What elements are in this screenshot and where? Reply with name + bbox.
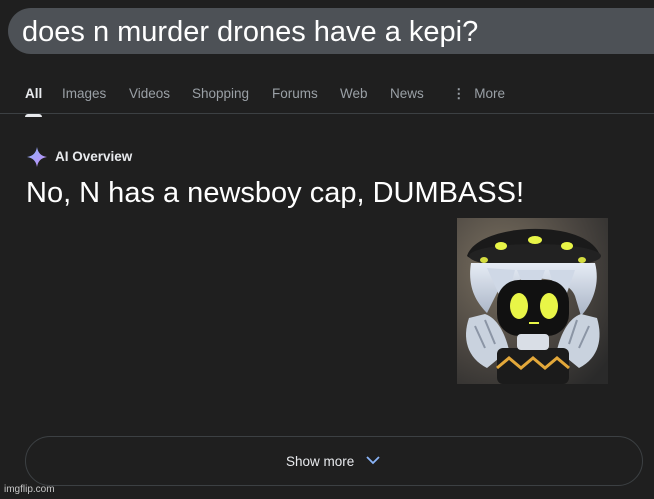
ai-overview-label: AI Overview xyxy=(55,149,133,164)
tab-shopping[interactable]: Shopping xyxy=(192,86,249,101)
tab-all[interactable]: All xyxy=(25,86,43,117)
tab-more[interactable]: ⋮ More xyxy=(452,86,505,102)
ai-answer-text: No, N has a newsboy cap, DUMBASS! xyxy=(26,177,525,209)
show-more-button[interactable]: Show more xyxy=(25,436,643,486)
tab-images[interactable]: Images xyxy=(62,86,106,101)
show-more-label: Show more xyxy=(286,454,355,469)
search-tabs: All Images Videos Shopping Forums Web Ne… xyxy=(0,70,654,117)
imgflip-watermark: imgflip.com xyxy=(4,484,55,495)
chevron-down-icon xyxy=(366,456,380,465)
drone-image xyxy=(457,218,608,384)
vertical-dots-icon: ⋮ xyxy=(452,86,466,101)
tab-videos[interactable]: Videos xyxy=(129,86,170,101)
search-input[interactable]: does n murder drones have a kepi? xyxy=(22,16,478,48)
tab-web[interactable]: Web xyxy=(340,86,368,101)
sparkle-icon xyxy=(27,147,47,167)
search-bar[interactable]: does n murder drones have a kepi? xyxy=(8,8,654,54)
tab-forums[interactable]: Forums xyxy=(272,86,318,101)
tab-more-label: More xyxy=(474,86,506,101)
tab-news[interactable]: News xyxy=(390,86,424,101)
